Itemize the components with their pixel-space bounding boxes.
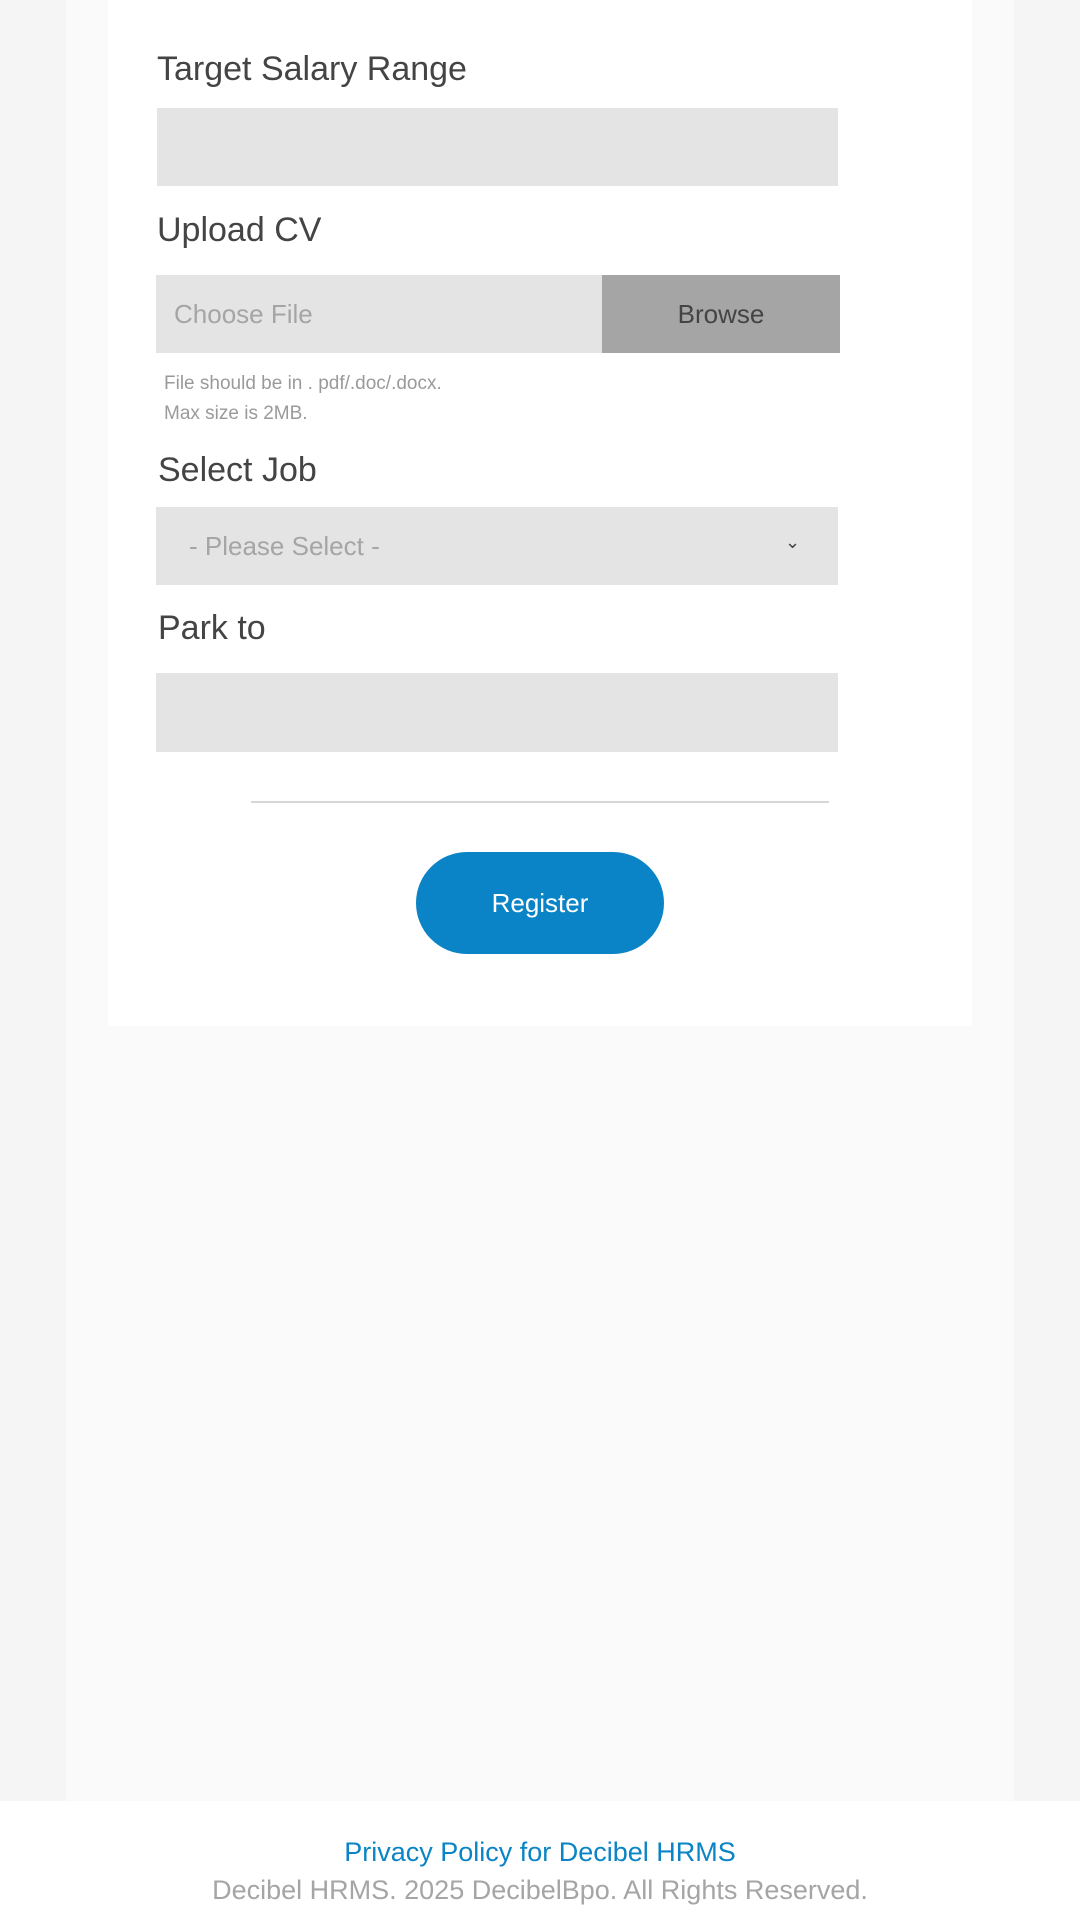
park-to-input[interactable] [156, 673, 838, 752]
target-salary-label: Target Salary Range [157, 50, 467, 88]
divider [251, 801, 829, 803]
copyright-text: Decibel HRMS. 2025 DecibelBpo. All Right… [212, 1875, 868, 1905]
target-salary-input[interactable] [157, 108, 838, 186]
cv-format-hint: File should be in . pdf/.doc/.docx. [164, 373, 442, 394]
chevron-down-icon: ⌄ [785, 532, 801, 552]
park-to-label: Park to [158, 609, 266, 647]
cv-size-hint: Max size is 2MB. [164, 403, 308, 424]
upload-cv-label: Upload CV [157, 211, 322, 249]
footer: Privacy Policy for Decibel HRMS Decibel … [0, 1801, 1080, 1920]
privacy-policy-link[interactable]: Privacy Policy for Decibel HRMS [0, 1837, 1080, 1868]
browse-button[interactable]: Browse [602, 275, 840, 353]
cv-file-placeholder: Choose File [174, 299, 313, 329]
select-job-label: Select Job [158, 451, 317, 489]
register-button[interactable]: Register [416, 852, 664, 954]
job-select-value: - Please Select - [189, 531, 380, 561]
